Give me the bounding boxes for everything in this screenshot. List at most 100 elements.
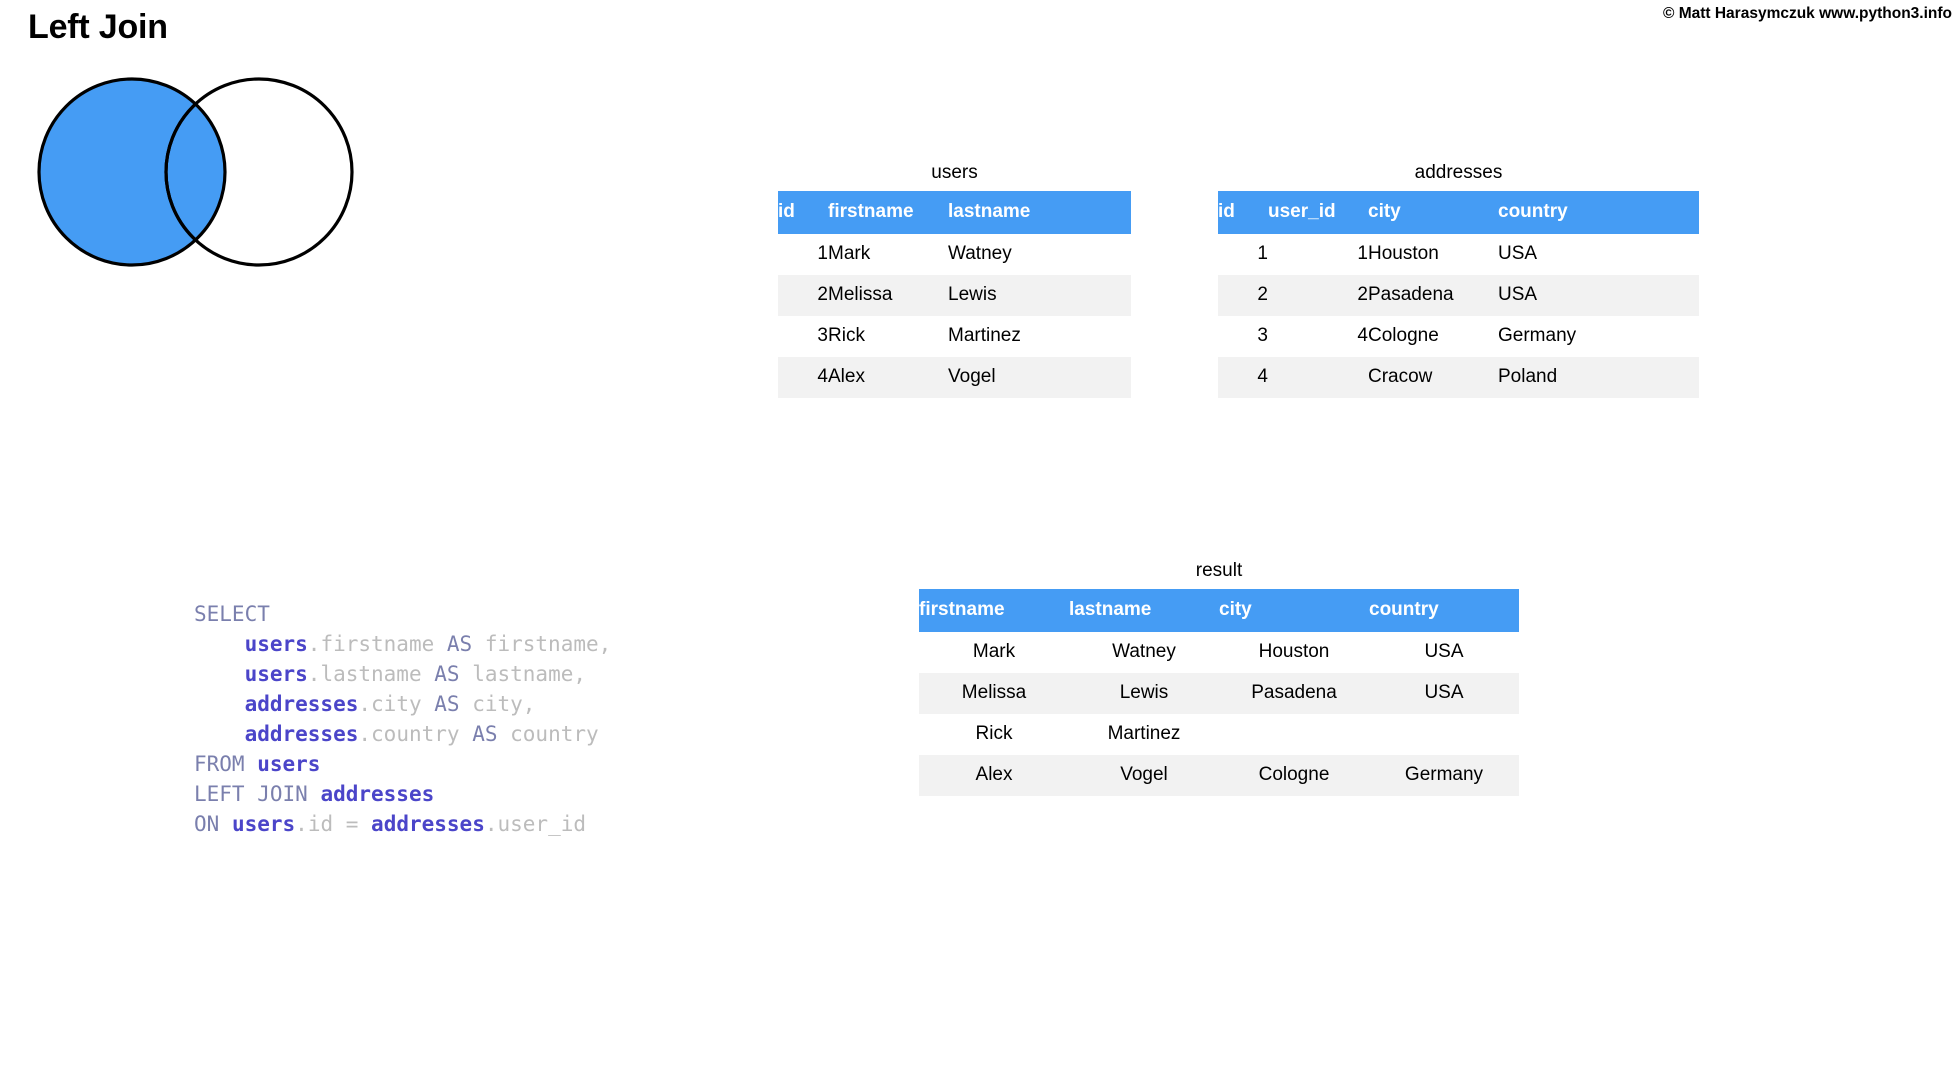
cell-firstname: Alex	[828, 357, 948, 398]
cell-id: 2	[778, 275, 828, 316]
result-table: firstname lastname city country Mark Wat…	[919, 589, 1519, 796]
cell-city: Houston	[1219, 632, 1369, 673]
copyright-notice: © Matt Harasymczuk www.python3.info	[1662, 5, 1952, 22]
addresses-table-block: addresses id user_id city country 1 1 Ho…	[1218, 160, 1699, 398]
cell-firstname: Rick	[919, 714, 1069, 755]
table-header-row: firstname lastname city country	[919, 589, 1519, 632]
cell-country: Poland	[1498, 357, 1699, 398]
cell-firstname: Mark	[919, 632, 1069, 673]
venn-svg	[37, 77, 354, 267]
cell-country: USA	[1498, 275, 1699, 316]
cell-user-id: 2	[1268, 275, 1368, 316]
sql-token-tbl: addresses	[320, 782, 435, 806]
sql-token-tbl: addresses	[244, 722, 359, 746]
cell-user-id: 4	[1268, 316, 1368, 357]
sql-token-kw: FROM	[194, 752, 258, 776]
sql-token-punct: .	[295, 812, 308, 836]
table-row: 4 Alex Vogel	[778, 357, 1131, 398]
cell-city: Cologne	[1368, 316, 1498, 357]
sql-token-col: id	[307, 812, 334, 836]
sql-token-kw: SELECT	[194, 602, 270, 626]
sql-token-col	[434, 632, 447, 656]
column-header-firstname: firstname	[828, 191, 948, 234]
table-row: Mark Watney Houston USA	[919, 632, 1519, 673]
cell-country	[1369, 714, 1519, 755]
cell-firstname: Rick	[828, 316, 948, 357]
table-header-row: id firstname lastname	[778, 191, 1131, 234]
sql-token-col: firstname	[320, 632, 435, 656]
table-row: Rick Martinez	[919, 714, 1519, 755]
users-table: id firstname lastname 1 Mark Watney 2 Me…	[778, 191, 1131, 398]
sql-token-col: country	[497, 722, 599, 746]
cell-id: 3	[778, 316, 828, 357]
sql-token-kw: AS	[472, 722, 498, 746]
sql-token-tbl: users	[244, 632, 308, 656]
sql-token-col	[422, 662, 435, 686]
cell-lastname: Vogel	[948, 357, 1131, 398]
cell-lastname: Lewis	[1069, 673, 1219, 714]
sql-token-tbl: addresses	[244, 692, 359, 716]
sql-token-tbl: users	[244, 662, 308, 686]
column-header-lastname: lastname	[948, 191, 1131, 234]
table-row: 3 4 Cologne Germany	[1218, 316, 1699, 357]
sql-token-tbl: users	[257, 752, 321, 776]
cell-id: 2	[1218, 275, 1268, 316]
cell-id: 4	[778, 357, 828, 398]
cell-id: 1	[1218, 234, 1268, 275]
sql-token-col	[460, 722, 473, 746]
column-header-id: id	[1218, 191, 1268, 234]
sql-token-tbl: addresses	[371, 812, 485, 836]
left-join-venn-diagram	[30, 68, 370, 278]
cell-id: 1	[778, 234, 828, 275]
table-row: Alex Vogel Cologne Germany	[919, 755, 1519, 796]
sql-token-punct: .	[307, 632, 321, 656]
sql-token-col	[194, 722, 245, 746]
sql-token-kw: AS	[446, 632, 473, 656]
table-header-row: id user_id city country	[1218, 191, 1699, 234]
sql-token-kw: AS	[434, 662, 460, 686]
table-row: 1 1 Houston USA	[1218, 234, 1699, 275]
column-header-country: country	[1369, 589, 1519, 632]
cell-city: Cracow	[1368, 357, 1498, 398]
cell-firstname: Alex	[919, 755, 1069, 796]
sql-token-tbl: users	[231, 812, 296, 836]
sql-token-col	[422, 692, 435, 716]
sql-token-op: =	[333, 812, 372, 836]
sql-token-col: firstname,	[472, 632, 612, 656]
cell-city: Cologne	[1219, 755, 1369, 796]
cell-city: Houston	[1368, 234, 1498, 275]
sql-token-col	[194, 632, 245, 656]
sql-token-punct: .	[484, 812, 498, 836]
column-header-user-id: user_id	[1268, 191, 1368, 234]
cell-lastname: Martinez	[948, 316, 1131, 357]
addresses-table-caption: addresses	[1414, 162, 1503, 183]
column-header-country: country	[1498, 191, 1699, 234]
users-table-block: users id firstname lastname 1 Mark Watne…	[778, 160, 1131, 398]
cell-lastname: Martinez	[1069, 714, 1219, 755]
sql-token-punct: .	[307, 662, 321, 686]
cell-lastname: Lewis	[948, 275, 1131, 316]
sql-token-punct: .	[358, 692, 372, 716]
table-row: 4 Cracow Poland	[1218, 357, 1699, 398]
cell-country: USA	[1369, 673, 1519, 714]
table-row: 2 2 Pasadena USA	[1218, 275, 1699, 316]
sql-token-col	[194, 692, 245, 716]
cell-country: Germany	[1498, 316, 1699, 357]
sql-token-col: user_id	[497, 812, 587, 836]
cell-city: Pasadena	[1368, 275, 1498, 316]
cell-country: Germany	[1369, 755, 1519, 796]
cell-city	[1219, 714, 1369, 755]
column-header-lastname: lastname	[1069, 589, 1219, 632]
column-header-id: id	[778, 191, 828, 234]
sql-token-kw: ON	[194, 812, 232, 836]
result-table-block: result firstname lastname city country M…	[919, 558, 1519, 796]
cell-firstname: Melissa	[828, 275, 948, 316]
table-row: 2 Melissa Lewis	[778, 275, 1131, 316]
sql-token-kw: LEFT JOIN	[194, 782, 321, 806]
sql-token-punct: .	[358, 722, 372, 746]
column-header-city: city	[1219, 589, 1369, 632]
cell-user-id: 1	[1268, 234, 1368, 275]
sql-token-col	[194, 662, 245, 686]
cell-lastname: Watney	[1069, 632, 1219, 673]
cell-city: Pasadena	[1219, 673, 1369, 714]
